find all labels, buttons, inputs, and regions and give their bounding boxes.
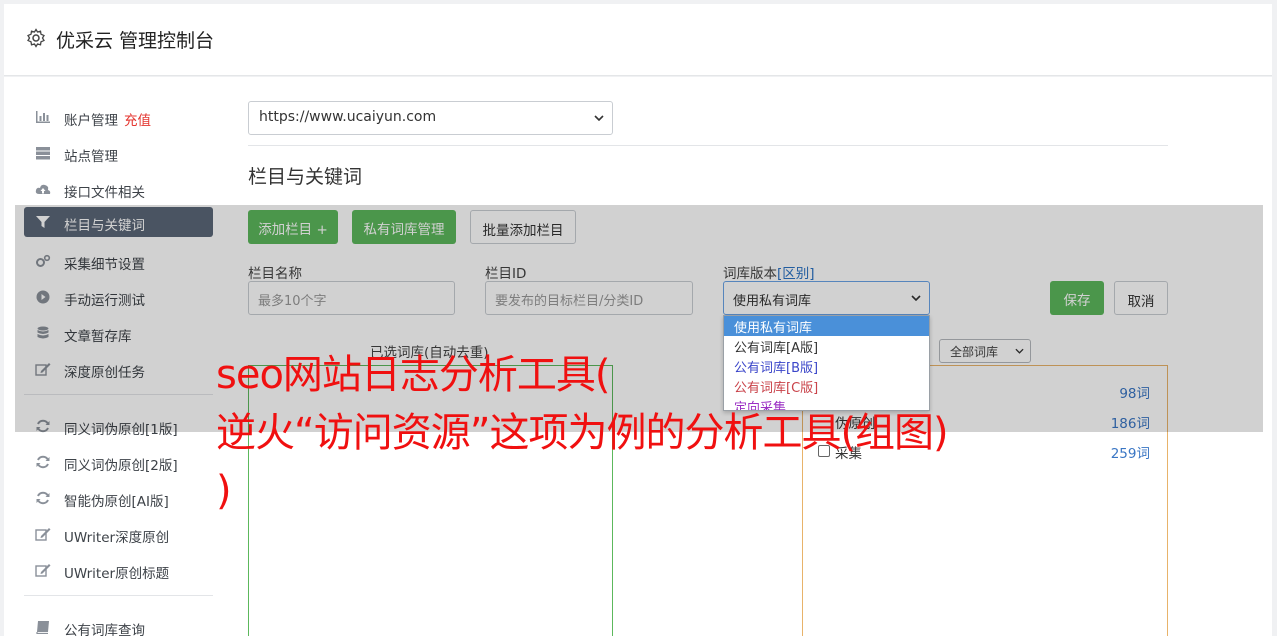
console-title: 优采云 管理控制台: [56, 30, 215, 52]
refresh-icon: [36, 491, 50, 505]
site-select[interactable]: https://www.ucaiyun.com: [248, 101, 613, 135]
sidebar-item-label: 公有词库查询: [64, 623, 145, 636]
cloud-upload-icon: [35, 184, 51, 194]
sidebar-item-label: 智能伪原创[AI版]: [64, 494, 169, 510]
server-icon: [36, 147, 50, 160]
sidebar-item-account[interactable]: 账户管理 充值: [24, 102, 213, 132]
sidebar-item-label: 账户管理: [64, 113, 118, 129]
sidebar-item-label: 同义词伪原创[2版]: [64, 458, 178, 474]
recharge-link[interactable]: 充值: [124, 113, 151, 129]
sidebar-item-label: UWriter深度原创: [64, 530, 170, 546]
dropdown-option[interactable]: 使用私有词库: [724, 316, 929, 336]
sidebar-item-public-lib-query[interactable]: 公有词库查询: [24, 612, 213, 636]
sidebar-item-ai-rewrite[interactable]: 智能伪原创[AI版]: [24, 483, 213, 513]
sidebar-item-sites[interactable]: 站点管理: [24, 138, 213, 168]
refresh-icon: [36, 455, 50, 469]
page-title: 栏目与关键词: [248, 166, 363, 188]
sidebar-item-uwriter-deep[interactable]: UWriter深度原创: [24, 519, 213, 549]
sidebar-item-uwriter-title[interactable]: UWriter原创标题: [24, 555, 213, 585]
edit-icon: [35, 528, 51, 541]
console-header: 优采云 管理控制台: [4, 4, 1272, 76]
sidebar-item-synonym-v2[interactable]: 同义词伪原创[2版]: [24, 447, 213, 477]
sidebar-item-label: 接口文件相关: [64, 185, 145, 201]
sidebar-item-label: 站点管理: [64, 149, 118, 165]
chevron-down-icon: [594, 115, 604, 121]
sidebar-item-api-files[interactable]: 接口文件相关: [24, 174, 213, 204]
gear-icon: [27, 28, 45, 48]
sidebar-item-label: UWriter原创标题: [64, 566, 170, 582]
book-icon: [36, 621, 49, 634]
watermark-title: seo网站日志分析工具( 逆火“访问资源”这项为例的分析工具(组图) ): [216, 352, 949, 514]
bar-chart-icon: [36, 111, 50, 123]
site-select-value: https://www.ucaiyun.com: [259, 109, 437, 125]
divider: [248, 145, 1168, 146]
sidebar-divider: [24, 595, 213, 596]
edit-icon: [35, 564, 51, 577]
